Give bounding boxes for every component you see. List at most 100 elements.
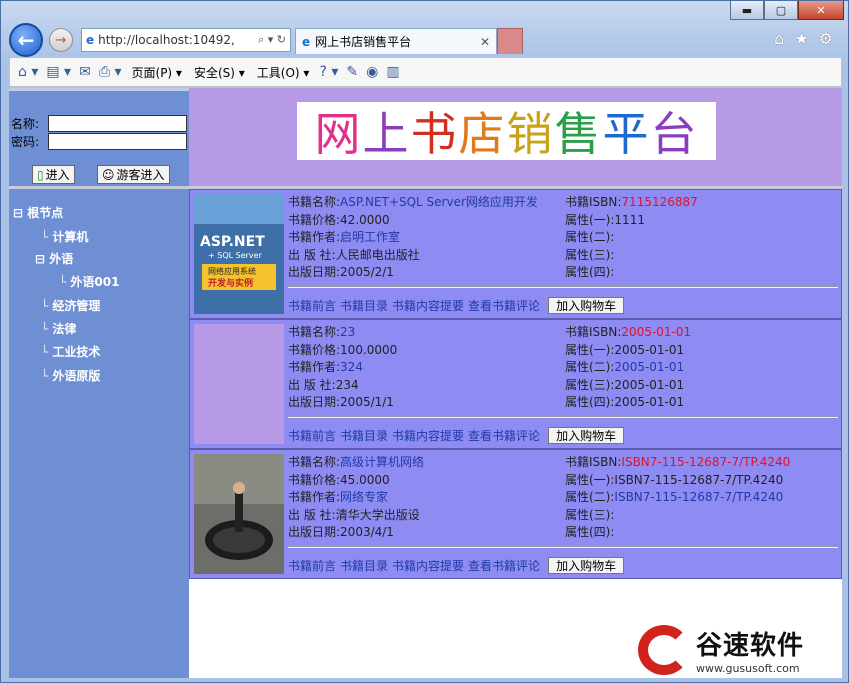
comments-link[interactable]: 查看书籍评论 — [468, 297, 540, 314]
settings-gear-icon[interactable]: ⚙ — [819, 29, 833, 48]
messenger-icon[interactable]: ◉ — [366, 64, 378, 80]
preface-link[interactable]: 书籍前言 — [288, 297, 336, 314]
tree-line-icon: └ — [59, 275, 67, 289]
label: 出版日期: — [288, 265, 341, 279]
tab-active[interactable]: e 网上书店销售平台 ✕ — [295, 28, 497, 54]
toc-link[interactable]: 书籍目录 — [340, 557, 388, 574]
label: 书籍名称: — [288, 325, 341, 339]
print-icon[interactable]: ⎙ ▾ — [99, 64, 122, 80]
name-input[interactable] — [48, 115, 187, 132]
book-author[interactable]: 网络专家 — [340, 490, 388, 504]
book-author[interactable]: 启明工作室 — [340, 230, 400, 244]
door-icon: ▯ — [37, 167, 44, 182]
comments-link[interactable]: 查看书籍评论 — [468, 427, 540, 444]
tree-item-computer[interactable]: └ 计算机 — [41, 228, 88, 245]
label: 属性(二): — [565, 360, 615, 374]
label: 出版日期: — [288, 525, 341, 539]
label: 属性(一): — [565, 342, 615, 357]
label: 书籍ISBN: — [565, 195, 622, 209]
forward-button[interactable]: → — [49, 28, 73, 52]
mail-icon[interactable]: ✉ — [79, 64, 91, 80]
home-icon[interactable]: ⌂ — [774, 29, 784, 48]
tab-close-icon[interactable]: ✕ — [480, 35, 490, 49]
menu-page[interactable]: 页面(P) ▾ — [130, 64, 184, 81]
back-button[interactable]: ← — [9, 23, 43, 57]
collapse-icon[interactable]: ⊟ — [35, 252, 45, 266]
menu-safety[interactable]: 安全(S) ▾ — [192, 64, 247, 81]
site-title: 网 上 书 店 销 售 平 台 — [297, 102, 716, 161]
minimize-button[interactable]: ▬ — [730, 1, 764, 20]
preface-link[interactable]: 书籍前言 — [288, 557, 336, 574]
preface-link[interactable]: 书籍前言 — [288, 427, 336, 444]
add-to-cart-button[interactable]: 加入购物车 — [548, 557, 625, 574]
label: 属性(四): — [565, 525, 615, 539]
enter-button-label: 进入 — [45, 168, 70, 182]
feeds-icon[interactable]: ▤ ▾ — [46, 64, 71, 80]
user-icon: ☺ — [102, 167, 115, 182]
collapse-icon[interactable]: ⊟ — [13, 206, 23, 220]
home-icon[interactable]: ⌂ ▾ — [18, 64, 38, 80]
enter-button[interactable]: ▯ 进入 — [32, 165, 75, 184]
toc-link[interactable]: 书籍目录 — [340, 297, 388, 314]
comments-link[interactable]: 查看书籍评论 — [468, 557, 540, 574]
title-char: 平 — [602, 107, 651, 161]
tree-line-icon: └ — [41, 230, 49, 244]
book-cover-image[interactable] — [194, 454, 284, 574]
summary-link[interactable]: 书籍内容提要 — [392, 297, 464, 314]
add-to-cart-button[interactable]: 加入购物车 — [548, 427, 625, 444]
name-label: 名称: — [11, 117, 40, 131]
summary-link[interactable]: 书籍内容提要 — [392, 427, 464, 444]
label: 属性(三): — [565, 507, 615, 522]
label: 书籍ISBN: — [565, 325, 622, 339]
address-actions-icon[interactable]: ⌕ ▾ ↻ — [258, 33, 286, 47]
tree-item-foreign001[interactable]: └ 外语001 — [59, 273, 119, 290]
book-attr: 1111 — [614, 212, 645, 227]
label: 属性(四): — [565, 265, 615, 279]
guest-enter-button[interactable]: ☺ 游客进入 — [97, 165, 170, 184]
favorites-star-icon[interactable]: ★ — [794, 29, 808, 48]
tree-item-law[interactable]: └ 法律 — [41, 320, 76, 337]
book-attr: ISBN7-115-12687-7/TP.4240 — [614, 490, 784, 504]
summary-link[interactable]: 书籍内容提要 — [392, 557, 464, 574]
maximize-button[interactable]: ▢ — [764, 1, 798, 20]
close-button[interactable]: ✕ — [798, 1, 844, 20]
title-char: 店 — [458, 107, 507, 161]
label: 书籍名称: — [288, 195, 341, 209]
toc-link[interactable]: 书籍目录 — [340, 427, 388, 444]
menu-tools[interactable]: 工具(O) ▾ — [255, 64, 312, 81]
book-isbn: 7115126887 — [621, 195, 698, 209]
add-to-cart-button[interactable]: 加入购物车 — [548, 297, 625, 314]
watermark-text: 谷速软件 www.gususoft.com — [696, 625, 804, 675]
new-tab-button[interactable] — [497, 28, 523, 54]
book-card: 书籍名称:23 书籍价格:100.0000 书籍作者:324 出 版 社:234… — [189, 319, 842, 449]
book-cover-image[interactable]: ASP.NET + SQL Server 网络应用系统 开发与实例 — [194, 194, 284, 314]
book-name[interactable]: ASP.NET+SQL Server网络应用开发 — [340, 195, 538, 209]
address-bar[interactable]: e http://localhost:10492, ⌕ ▾ ↻ — [81, 28, 291, 52]
book-info-left: 书籍名称:高级计算机网络 书籍价格:45.0000 书籍作者:网络专家 出 版 … — [288, 454, 424, 542]
book-date: 2005/2/1 — [340, 265, 394, 279]
research-icon[interactable]: ✎ — [346, 64, 358, 80]
ie-tab-icon: e — [302, 34, 311, 49]
book-price: 42.0000 — [340, 212, 390, 227]
web-page: 名称: 密码: ▯ 进入 ☺ 游客进入 网 上 书 店 销 售 平 台 ⊟ 根节… — [9, 88, 842, 678]
book-name[interactable]: 23 — [340, 325, 355, 339]
book-author[interactable]: 324 — [340, 360, 363, 374]
help-icon[interactable]: ? ▾ — [319, 64, 338, 80]
toolbar-extra-icon[interactable]: ▥ — [386, 64, 399, 80]
book-name[interactable]: 高级计算机网络 — [340, 455, 424, 469]
tree-item-foreign-original[interactable]: └ 外语原版 — [41, 367, 100, 384]
tree-line-icon: └ — [41, 345, 49, 359]
tree-root[interactable]: ⊟ 根节点 — [13, 204, 63, 221]
tree-item-economics[interactable]: └ 经济管理 — [41, 297, 100, 314]
tree-item-foreign[interactable]: ⊟ 外语 — [35, 250, 73, 267]
book-cover-image[interactable] — [194, 324, 284, 444]
address-text: http://localhost:10492, — [98, 33, 235, 47]
password-input[interactable] — [48, 133, 187, 150]
separator — [288, 286, 838, 288]
tree-item-industry[interactable]: └ 工业技术 — [41, 343, 100, 360]
cover-text: ASP.NET — [200, 234, 265, 250]
book-card: 书籍名称:高级计算机网络 书籍价格:45.0000 书籍作者:网络专家 出 版 … — [189, 449, 842, 579]
title-char: 销 — [506, 107, 555, 161]
title-char: 售 — [554, 107, 603, 161]
book-info-right: 书籍ISBN:7115126887 属性(一):1111 属性(二): 属性(三… — [565, 194, 698, 282]
